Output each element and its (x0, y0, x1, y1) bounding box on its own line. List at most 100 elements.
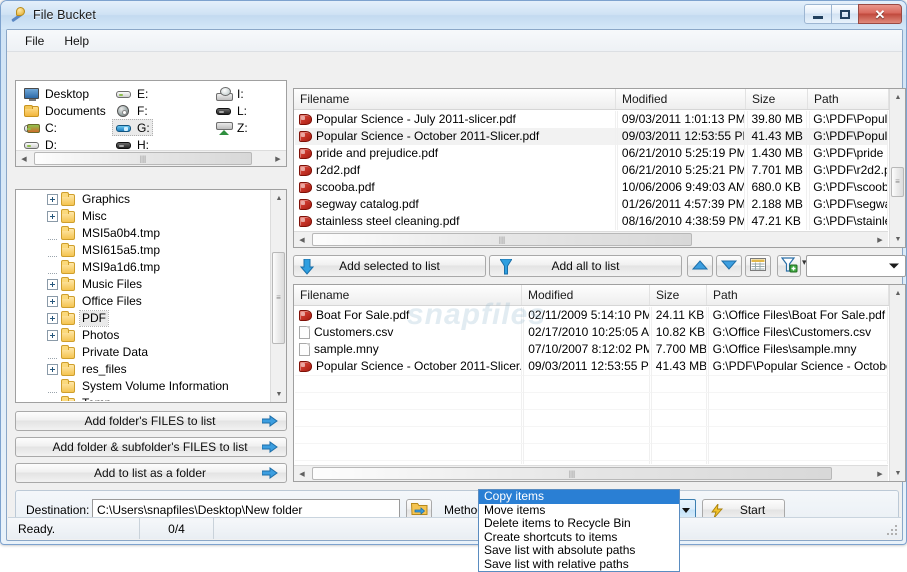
tree-item[interactable]: Temp (17, 395, 269, 401)
scroll-down-icon[interactable]: ▼ (271, 386, 287, 402)
tree-item[interactable]: res_files (17, 361, 269, 378)
drive-item-documents[interactable]: Documents (20, 102, 109, 119)
tree-item[interactable]: Private Data (17, 344, 269, 361)
close-button[interactable]: ✕ (858, 4, 902, 24)
minimize-button[interactable] (804, 4, 832, 24)
method-option[interactable]: Create shortcuts to items (479, 530, 679, 545)
move-down-icon (720, 259, 738, 273)
expand-plus-icon[interactable] (47, 296, 58, 307)
scroll-left-icon[interactable]: ◀ (16, 151, 32, 167)
add-folder-files-button[interactable]: Add folder's FILES to list (15, 411, 287, 431)
scroll-right-icon[interactable]: ▶ (872, 232, 888, 248)
target-list-hscrollbar[interactable]: ◀ ||| ▶ (294, 465, 888, 481)
scroll-up-icon[interactable]: ▲ (890, 89, 906, 105)
move-up-icon (691, 259, 709, 273)
cd-drive-icon (115, 104, 132, 118)
add-all-to-list-button[interactable]: Add all to list (489, 255, 682, 277)
target-column-header[interactable]: Size (650, 285, 707, 305)
expand-plus-icon[interactable] (47, 313, 58, 324)
vscroll-thumb[interactable]: ≡ (891, 167, 904, 197)
source-list-hscrollbar[interactable]: ◀ ||| ▶ (294, 231, 888, 247)
tree-item[interactable]: MSI615a5.tmp (17, 242, 269, 259)
menu-file[interactable]: File (15, 31, 54, 51)
column-header-label: Path (713, 288, 738, 302)
drive-item-z[interactable]: Z: (212, 119, 251, 136)
menu-help[interactable]: Help (54, 31, 99, 51)
target-column-header[interactable]: Modified (522, 285, 650, 305)
folder-tree-panel[interactable]: Graphics Misc MSI5a0b4.tmp MSI615a5.tmp MSI9… (15, 189, 287, 403)
drive-item-e[interactable]: E: (112, 85, 153, 102)
pdf-file-icon (299, 199, 312, 210)
drive-item-i[interactable]: I: (212, 85, 251, 102)
add-as-folder-button[interactable]: Add to list as a folder (15, 463, 287, 483)
column-header-label: Filename (300, 288, 350, 302)
move-down-button[interactable] (716, 255, 742, 277)
drive-item-c[interactable]: C: (20, 119, 109, 136)
status-text: Ready. (8, 518, 140, 539)
target-column-header[interactable]: Path (707, 285, 889, 305)
filter-combo[interactable] (806, 255, 906, 277)
tree-item[interactable]: Music Files (17, 276, 269, 293)
resize-grip-icon[interactable] (885, 523, 899, 537)
source-list-body[interactable]: Popular Science - July 2011-slicer.pdf 09… (295, 111, 888, 230)
scroll-down-icon[interactable]: ▼ (890, 465, 906, 481)
method-option[interactable]: Move items (479, 503, 679, 518)
add-selected-to-list-button[interactable]: Add selected to list (293, 255, 486, 277)
button-label: Add selected to list (339, 259, 440, 273)
source-column-header[interactable]: Path (808, 89, 889, 109)
tree-item[interactable]: Misc (17, 208, 269, 225)
expand-plus-icon[interactable] (47, 364, 58, 375)
expand-plus-icon[interactable] (47, 194, 58, 205)
method-option[interactable]: Copy items (479, 490, 679, 504)
expand-plus-icon[interactable] (47, 211, 58, 222)
hscroll-thumb[interactable]: ||| (312, 233, 692, 246)
method-option[interactable]: Save list with absolute paths (479, 543, 679, 558)
grip-icon: ||| (498, 235, 506, 244)
target-file-list[interactable]: Filename Modified Size Path Boat For Sale.p… (293, 284, 906, 482)
scroll-down-icon[interactable]: ▼ (890, 231, 906, 247)
maximize-icon (840, 9, 850, 19)
scroll-left-icon[interactable]: ◀ (294, 466, 310, 482)
target-column-header[interactable]: Filename (294, 285, 522, 305)
scroll-right-icon[interactable]: ▶ (270, 151, 286, 167)
drive-item-l[interactable]: L: (212, 102, 251, 119)
source-column-header[interactable]: Size (746, 89, 808, 109)
scroll-up-icon[interactable]: ▲ (271, 190, 287, 206)
method-option[interactable]: Delete items to Recycle Bin (479, 516, 679, 531)
target-list-body[interactable]: Boat For Sale.pdf 02/11/2009 5:14:10 PM 24… (295, 307, 888, 464)
expand-plus-icon[interactable] (47, 330, 58, 341)
source-list-vscrollbar[interactable]: ▲ ≡ ▼ (889, 89, 905, 247)
tree-item[interactable]: PDF (17, 310, 269, 327)
tree-item[interactable]: MSI5a0b4.tmp (17, 225, 269, 242)
drive-item-f[interactable]: F: (112, 102, 153, 119)
expand-plus-icon[interactable] (47, 279, 58, 290)
filter-add-button[interactable] (777, 255, 801, 277)
add-folder-subfolder-files-button[interactable]: Add folder & subfolder's FILES to list (15, 437, 287, 457)
scroll-up-icon[interactable]: ▲ (890, 285, 906, 301)
hscroll-thumb[interactable]: ||| (34, 152, 252, 165)
drives-list-panel[interactable]: Desktop Documents C: D: E: F: G: H: I: L… (15, 80, 287, 167)
hscroll-thumb[interactable]: ||| (312, 467, 832, 480)
tree-item[interactable]: System Volume Information (17, 378, 269, 395)
tree-item[interactable]: Graphics (17, 191, 269, 208)
drive-item-desktop[interactable]: Desktop (20, 85, 109, 102)
source-column-header[interactable]: Modified (616, 89, 746, 109)
move-up-button[interactable] (687, 255, 713, 277)
maximize-button[interactable] (831, 4, 859, 24)
vscroll-thumb[interactable]: ≡ (272, 252, 285, 344)
scroll-left-icon[interactable]: ◀ (294, 232, 310, 248)
target-list-vscrollbar[interactable]: ▲ ▼ (889, 285, 905, 481)
drives-hscrollbar[interactable]: ◀ ||| ▶ (16, 150, 286, 166)
tree-item[interactable]: MSI9a1d6.tmp (17, 259, 269, 276)
drive-item-g[interactable]: G: (112, 119, 153, 136)
tree-vscrollbar[interactable]: ▲ ≡ ▼ (270, 190, 286, 402)
client-area: File Help Desktop Documents C: D: E: F: … (6, 29, 906, 541)
tree-item[interactable]: Office Files (17, 293, 269, 310)
tree-item[interactable]: Photos (17, 327, 269, 344)
source-file-list[interactable]: Filename Modified Size Path Popular Science… (293, 88, 906, 248)
method-dropdown-list[interactable]: Copy items Move items Delete items to Recy… (478, 489, 680, 572)
chevron-down-icon[interactable] (889, 263, 899, 269)
source-column-header[interactable]: Filename (294, 89, 616, 109)
list-grid-button[interactable] (745, 255, 771, 277)
scroll-right-icon[interactable]: ▶ (872, 466, 888, 482)
